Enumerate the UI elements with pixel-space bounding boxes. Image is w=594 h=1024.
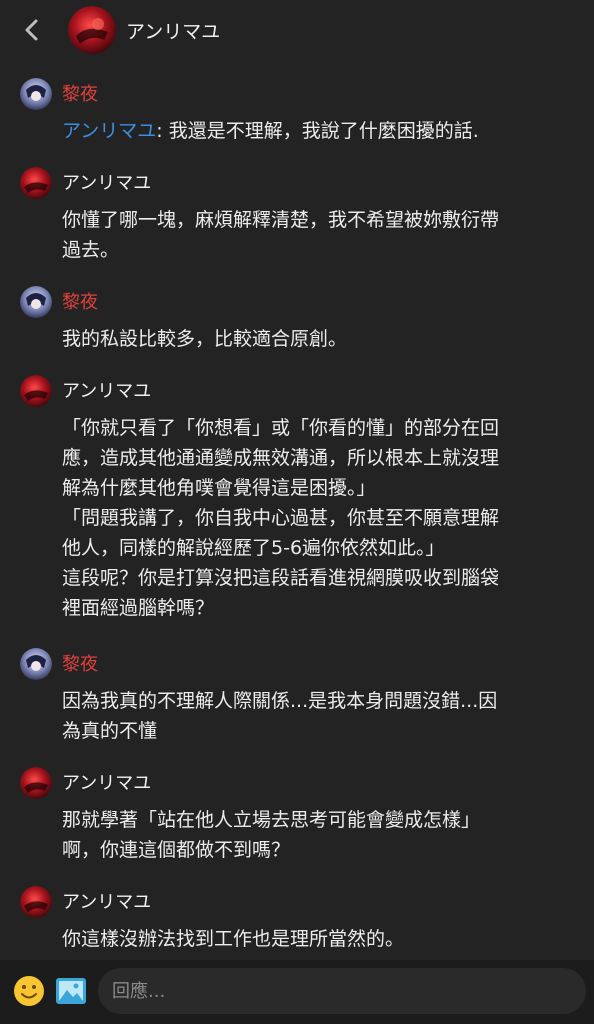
reply-input[interactable] [98, 968, 586, 1014]
author-name[interactable]: アンリマユ [62, 169, 151, 195]
message-text: 你懂了哪一塊，麻煩解釋清楚，我不希望被妳敷衍帶 過去。 [62, 209, 500, 261]
message-text: 「你就只看了「你想看」或「你看的懂」的部分在回 應，造成其他通通變成無效溝通，所… [62, 417, 500, 619]
mention-link[interactable]: アンリマユ [62, 120, 156, 142]
author-name[interactable]: 黎夜 [62, 650, 98, 676]
reply-composer [0, 960, 594, 1024]
avatar[interactable] [20, 167, 52, 199]
author-name[interactable]: アンリマユ [62, 888, 151, 914]
image-icon[interactable] [54, 974, 88, 1008]
message-text: 你這樣沒辦法找到工作也是理所當然的。 [62, 928, 405, 950]
avatar[interactable] [20, 286, 52, 318]
message-text: 因為我真的不理解人際關係...是我本身問題沒錯...因 為真的不懂 [62, 690, 498, 742]
avatar[interactable] [20, 78, 52, 110]
avatar[interactable] [20, 648, 52, 680]
message-thread: 黎夜 アンリマユ: 我還是不理解，我說了什麼困擾的話. アンリマユ 你懂了哪一塊… [0, 0, 594, 960]
author-name[interactable]: アンリマユ [62, 377, 151, 403]
author-name[interactable]: 黎夜 [62, 80, 98, 106]
author-name[interactable]: アンリマユ [62, 769, 151, 795]
author-name[interactable]: 黎夜 [62, 288, 98, 314]
message-text: 那就學著「站在他人立場去思考可能會變成怎樣」 啊，你連這個都做不到嗎？ [62, 809, 481, 861]
emoji-icon[interactable] [12, 974, 46, 1008]
message-text: 我的私設比較多，比較適合原創。 [62, 328, 348, 350]
avatar[interactable] [20, 767, 52, 799]
avatar[interactable] [20, 886, 52, 918]
avatar[interactable] [20, 375, 52, 407]
message-text: アンリマユ: 我還是不理解，我說了什麼困擾的話. [62, 120, 479, 142]
